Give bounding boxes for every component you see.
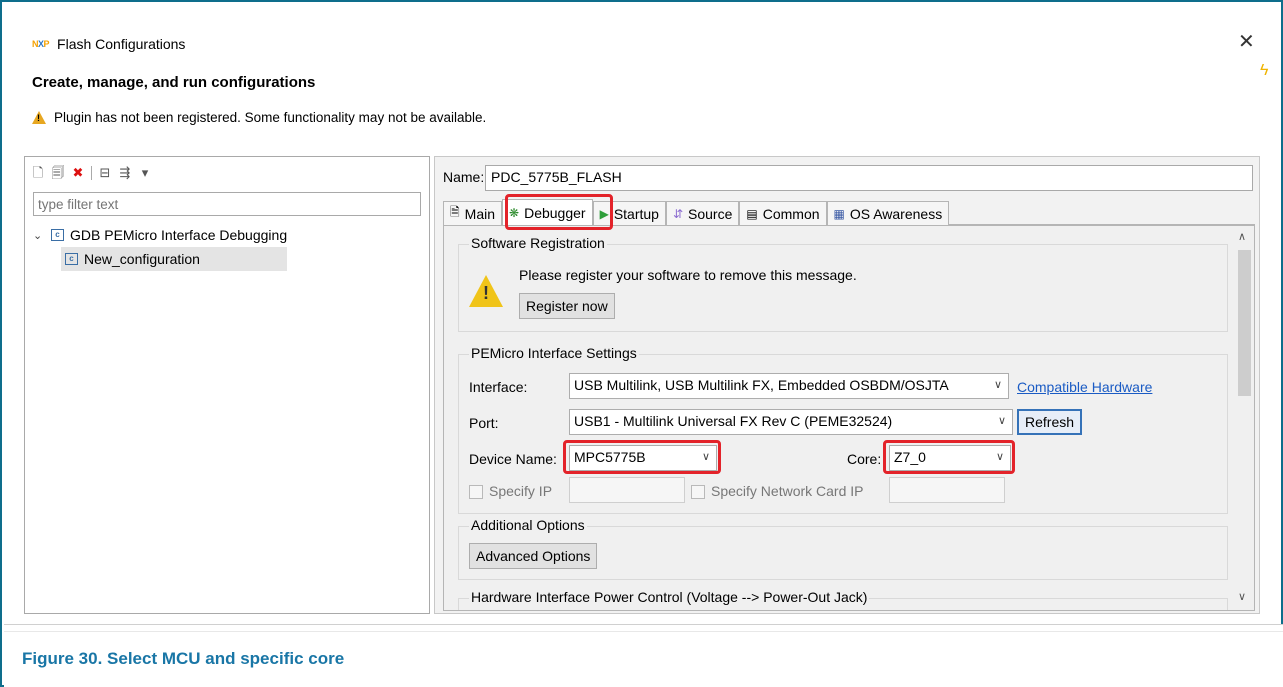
figure-caption-bar: Figure 30. Select MCU and specific core bbox=[4, 624, 1283, 687]
dialog-title-bar: NXP Flash Configurations bbox=[32, 34, 185, 54]
configuration-list-pane: 🗋 🗐 ✖ ⊟ ⇶ ▾ ⌄ c GDB PEMicro Interface De… bbox=[24, 156, 430, 614]
tab-label: OS Awareness bbox=[849, 205, 943, 222]
chevron-down-icon: ∨ bbox=[993, 379, 1002, 391]
common-tab-icon: ▤ bbox=[746, 206, 758, 221]
name-field[interactable]: PDC_5775B_FLASH bbox=[485, 165, 1253, 191]
toolbar-separator bbox=[91, 166, 92, 180]
additional-options-group: Additional Options Advanced Options bbox=[458, 517, 1228, 580]
interface-value: USB Multilink, USB Multilink FX, Embedde… bbox=[574, 377, 949, 393]
hardware-power-group: Hardware Interface Power Control (Voltag… bbox=[458, 589, 1228, 610]
chevron-down-icon: ∨ bbox=[997, 415, 1006, 427]
scrollbar-thumb[interactable] bbox=[1238, 250, 1251, 396]
interface-label: Interface: bbox=[469, 379, 528, 395]
software-registration-group: Software Registration Please register yo… bbox=[458, 235, 1228, 332]
config-type-icon: c bbox=[51, 229, 64, 241]
tree-group-label: GDB PEMicro Interface Debugging bbox=[70, 227, 288, 243]
plugin-warning-text: Plugin has not been registered. Some fun… bbox=[54, 110, 487, 125]
chevron-down-icon[interactable]: ▾ bbox=[138, 166, 152, 180]
collapse-all-icon[interactable]: ⊟ bbox=[98, 166, 112, 180]
name-label: Name: bbox=[443, 169, 485, 185]
filter-icon[interactable]: ⇶ bbox=[118, 166, 132, 180]
group-title: Hardware Interface Power Control (Voltag… bbox=[469, 589, 870, 605]
specify-nic-checkbox[interactable] bbox=[691, 485, 705, 499]
port-label: Port: bbox=[469, 415, 499, 431]
port-select[interactable]: USB1 - Multilink Universal FX Rev C (PEM… bbox=[569, 409, 1013, 435]
main-tab-icon: 🗎 bbox=[450, 205, 460, 219]
compatible-hardware-link[interactable]: Compatible Hardware bbox=[1017, 379, 1152, 395]
tree-group-row[interactable]: ⌄ c GDB PEMicro Interface Debugging bbox=[33, 223, 287, 247]
register-now-button[interactable]: Register now bbox=[519, 293, 615, 319]
os-awareness-tab-icon: ▦ bbox=[833, 206, 845, 221]
source-tab-icon: ⇵ bbox=[672, 206, 684, 221]
close-icon[interactable]: ✕ bbox=[1238, 32, 1255, 52]
group-title: Software Registration bbox=[469, 235, 607, 251]
core-highlight-box bbox=[883, 440, 1015, 474]
warning-icon bbox=[469, 275, 503, 307]
group-title: Additional Options bbox=[469, 517, 587, 533]
tab-label: Source bbox=[688, 205, 733, 222]
config-icon: c bbox=[65, 253, 78, 265]
device-name-label: Device Name: bbox=[469, 451, 557, 467]
debugger-tab-content: Software Registration Please register yo… bbox=[443, 225, 1255, 611]
lightning-icon: ϟ bbox=[1260, 62, 1269, 79]
tab-label: Common bbox=[762, 205, 820, 222]
scroll-up-icon[interactable]: ∧ bbox=[1238, 230, 1246, 243]
tab-main[interactable]: 🗎 Main bbox=[443, 201, 503, 225]
tab-label: Main bbox=[464, 205, 496, 222]
plugin-warning: Plugin has not been registered. Some fun… bbox=[32, 110, 486, 125]
pemicro-settings-group: PEMicro Interface Settings Interface: US… bbox=[458, 345, 1228, 514]
core-label: Core: bbox=[847, 451, 882, 467]
chevron-down-icon[interactable]: ⌄ bbox=[33, 229, 45, 242]
scroll-down-icon[interactable]: ∨ bbox=[1238, 590, 1246, 603]
advanced-options-button[interactable]: Advanced Options bbox=[469, 543, 598, 569]
page-heading: Create, manage, and run configurations bbox=[32, 74, 316, 91]
debugger-tab-highlight-box bbox=[505, 194, 613, 230]
specify-ip-label: Specify IP bbox=[489, 483, 553, 499]
tab-label: Startup bbox=[613, 205, 659, 222]
port-value: USB1 - Multilink Universal FX Rev C (PEM… bbox=[574, 413, 893, 429]
device-highlight-box bbox=[563, 440, 721, 474]
specify-nic-label: Specify Network Card IP bbox=[711, 483, 864, 499]
config-toolbar: 🗋 🗐 ✖ ⊟ ⇶ ▾ bbox=[31, 163, 152, 183]
tab-common[interactable]: ▤ Common bbox=[739, 201, 827, 225]
refresh-button[interactable]: Refresh bbox=[1017, 409, 1083, 435]
nic-ip-field bbox=[889, 477, 1005, 503]
nxp-logo-icon: NXP bbox=[32, 39, 50, 49]
registration-message: Please register your software to remove … bbox=[519, 267, 857, 283]
tab-os-awareness[interactable]: ▦ OS Awareness bbox=[826, 201, 950, 225]
ip-field bbox=[569, 477, 685, 503]
config-tree: ⌄ c GDB PEMicro Interface Debugging c Ne… bbox=[33, 223, 288, 271]
vertical-scrollbar[interactable]: ∧ ∨ bbox=[1236, 228, 1252, 608]
tree-item-new-configuration[interactable]: c New_configuration bbox=[61, 247, 288, 271]
filter-input[interactable] bbox=[33, 192, 421, 216]
figure-caption: Figure 30. Select MCU and specific core bbox=[22, 649, 345, 668]
tree-item-label: New_configuration bbox=[84, 251, 200, 267]
tab-source[interactable]: ⇵ Source bbox=[665, 201, 740, 225]
figure-frame: NXP Flash Configurations ✕ ϟ Create, man… bbox=[0, 0, 1283, 687]
delete-config-icon[interactable]: ✖ bbox=[71, 166, 85, 180]
warning-icon bbox=[32, 111, 46, 124]
configuration-editor-pane: Name: PDC_5775B_FLASH 🗎 Main ❋ Debugger … bbox=[434, 156, 1260, 614]
duplicate-config-icon[interactable]: 🗐 bbox=[51, 166, 65, 180]
group-title: PEMicro Interface Settings bbox=[469, 345, 639, 361]
interface-select[interactable]: USB Multilink, USB Multilink FX, Embedde… bbox=[569, 373, 1009, 399]
specify-ip-checkbox[interactable] bbox=[469, 485, 483, 499]
new-config-icon[interactable]: 🗋 bbox=[31, 166, 45, 180]
dialog-title: Flash Configurations bbox=[57, 36, 186, 52]
